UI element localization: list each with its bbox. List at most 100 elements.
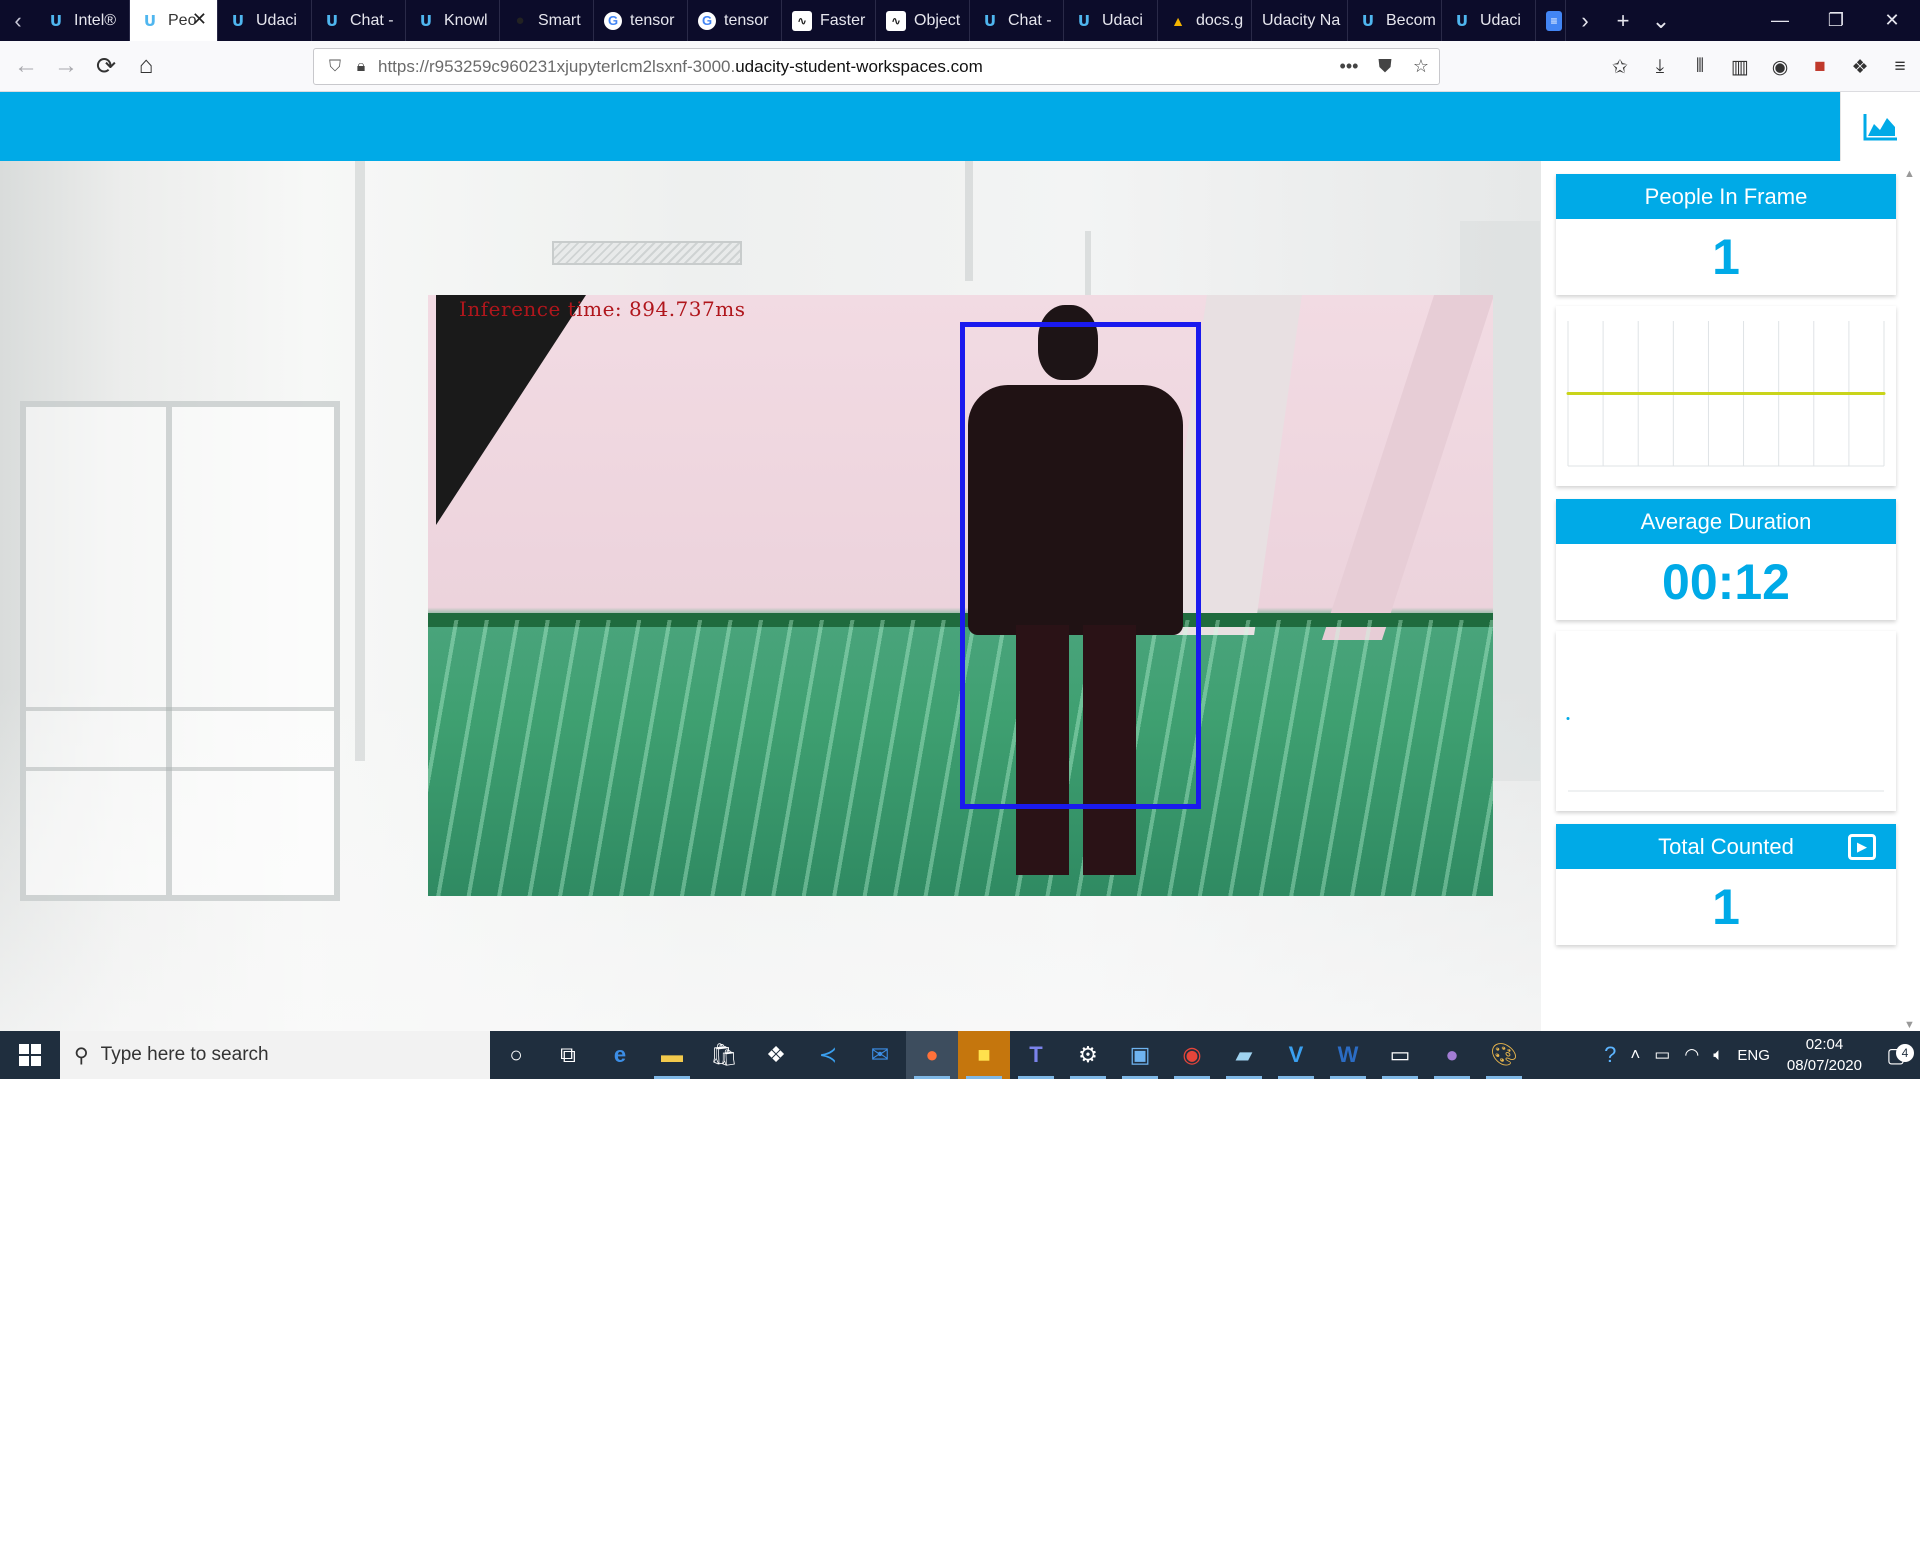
glass-window [20,401,340,901]
browser-tab[interactable]: U Udaci [218,0,312,41]
downloads-icon[interactable]: ⤓ [1640,56,1680,78]
browser-tab[interactable]: ∿ Faster [782,0,876,41]
cortana-icon[interactable]: ○ [490,1031,542,1079]
scroll-down-icon[interactable]: ▼ [1904,1019,1915,1031]
tab-scroll-left-icon[interactable]: ‹ [0,0,36,41]
wifi-icon[interactable]: ◠ [1677,1045,1706,1065]
tab-label: Udaci [1480,11,1521,29]
data-point [1777,392,1781,395]
edge-icon[interactable]: e [594,1031,646,1079]
people-in-frame-line-chart [1566,321,1886,467]
browser-tab[interactable]: ≡ [1536,0,1566,41]
browser-tab[interactable]: Gtensor [688,0,782,41]
teams-icon[interactable]: T [1010,1031,1062,1079]
address-bar[interactable]: ⛉ 🔒︎ https://r953259c960231xjupyterlcm2l… [313,48,1440,85]
person-bounding-box [960,322,1201,809]
pocket-icon[interactable]: ⛊ [1367,56,1403,77]
browser-tab[interactable]: U Peo ✕ [130,0,218,41]
sidebar-toggle-icon[interactable]: ▥ [1720,56,1760,79]
restore-button[interactable]: ❐ [1808,0,1864,41]
browser-tab[interactable]: U Udaci [1442,0,1536,41]
tab-scroll-right-icon[interactable]: › [1566,0,1604,41]
extensions-puzzle-icon[interactable]: ❖ [1840,56,1880,79]
windows-taskbar: ⚲ Type here to search ○ ⧉ e ▬ 🛍︎ ❖ ≺ ✉ ●… [0,1031,1920,1079]
tab-label: Smart [538,11,581,29]
browser-tab[interactable]: U Intel® [36,0,130,41]
bookmark-star-icon[interactable]: ☆ [1403,56,1439,77]
dropbox-icon[interactable]: ❖ [750,1031,802,1079]
app-icon[interactable]: ▰ [1218,1031,1270,1079]
minimize-button[interactable]: — [1752,0,1808,41]
lock-icon[interactable]: 🔒︎ [350,58,372,76]
visual-studio-code-insiders-icon[interactable]: ≺ [802,1031,854,1079]
battery-icon[interactable]: ▭ [1647,1045,1677,1065]
page-actions-menu-icon[interactable]: ••• [1331,56,1367,77]
sticky-notes-icon[interactable]: ■ [958,1031,1010,1079]
close-window-button[interactable]: ✕ [1864,0,1920,41]
paint-icon[interactable]: 🎨︎ [1478,1031,1530,1079]
scroll-up-icon[interactable]: ▲ [1904,168,1915,180]
tracking-protection-shield-icon[interactable]: ⛉ [320,58,350,76]
terminal-icon[interactable]: ▭ [1374,1031,1426,1079]
data-point [1566,392,1570,395]
reload-button[interactable]: ⟳ [86,46,126,86]
browser-tab[interactable]: ▲ docs.g [1158,0,1252,41]
library-icon[interactable]: ⫴ [1680,56,1720,78]
settings-gear-icon[interactable]: ⚙ [1062,1031,1114,1079]
new-tab-button[interactable]: + [1604,0,1642,41]
total-counted-header: Total Counted ▶ [1556,824,1896,869]
average-duration-title: Average Duration [1556,499,1896,544]
browser-tab[interactable]: Gtensor [594,0,688,41]
browser-tab[interactable]: Udacity Na [1252,0,1348,41]
browser-tab[interactable]: ● Smart [500,0,594,41]
close-tab-icon[interactable]: ✕ [192,9,207,30]
chart-icon: ∿ [792,10,812,31]
action-center-icon[interactable]: ▢4 [1872,1043,1920,1068]
home-button[interactable]: ⌂ [126,46,166,86]
chrome-icon[interactable]: ◉ [1166,1031,1218,1079]
browser-tab[interactable]: ∿ Object [876,0,970,41]
extension-icon[interactable]: ■ [1800,56,1840,78]
udacity-icon: U [231,11,245,30]
clock[interactable]: 02:04 08/07/2020 [1777,1034,1872,1076]
browser-navigation-bar: ← → ⟳ ⌂ ⛉ 🔒︎ https://r953259c960231xjupy… [0,41,1920,92]
browser-tab[interactable]: U Chat - [312,0,406,41]
play-icon[interactable]: ▶ [1848,834,1876,860]
word-icon[interactable]: W [1322,1031,1374,1079]
language-indicator[interactable]: ENG [1730,1047,1777,1064]
data-point [1671,392,1675,395]
mail-icon[interactable]: ✉ [854,1031,906,1079]
area-chart-icon [1863,113,1897,140]
show-hidden-icons-icon[interactable]: ˄ [1623,1045,1647,1065]
vscode-icon[interactable]: V [1270,1031,1322,1079]
duration-chart [1556,631,1896,811]
account-icon[interactable]: ◉ [1760,56,1800,79]
window-column [355,161,365,761]
control-panel-icon[interactable]: ▣ [1114,1031,1166,1079]
url-text[interactable]: https://r953259c960231xjupyterlcm2lsxnf-… [372,57,1331,77]
forward-button[interactable]: → [46,46,86,86]
firefox-icon[interactable]: ● [906,1031,958,1079]
help-icon[interactable]: ? [1597,1042,1623,1068]
list-all-tabs-icon[interactable]: ⌄ [1642,0,1680,41]
hamburger-menu-icon[interactable]: ≡ [1880,56,1920,78]
browser-tab[interactable]: U Knowl [406,0,500,41]
task-view-icon[interactable]: ⧉ [542,1031,594,1079]
store-icon[interactable]: 🛍︎ [698,1031,750,1079]
back-button[interactable]: ← [6,46,46,86]
browser-tab[interactable]: U Chat - [970,0,1064,41]
start-button[interactable] [0,1031,60,1079]
browser-tab[interactable]: U Becom [1348,0,1442,41]
bookmarks-manager-icon[interactable]: ✩ [1600,56,1640,79]
stats-toggle-button[interactable] [1840,92,1920,161]
app-header-bar [0,92,1840,161]
github-desktop-icon[interactable]: ● [1426,1031,1478,1079]
taskbar-search-box[interactable]: ⚲ Type here to search [60,1031,490,1079]
data-point [1742,392,1746,395]
browser-tab-strip: ‹ U Intel® U Peo ✕ U Udaci U Chat - U Knowl ● Smart G… [0,0,1920,41]
browser-tab[interactable]: U Udaci [1064,0,1158,41]
file-explorer-icon[interactable]: ▬ [646,1031,698,1079]
total-counted-card: Total Counted ▶ 1 [1556,824,1896,945]
page-scrollbar[interactable]: ▲ ▼ [1900,168,1920,1031]
volume-icon[interactable]: 🔈︎ [1706,1045,1730,1065]
